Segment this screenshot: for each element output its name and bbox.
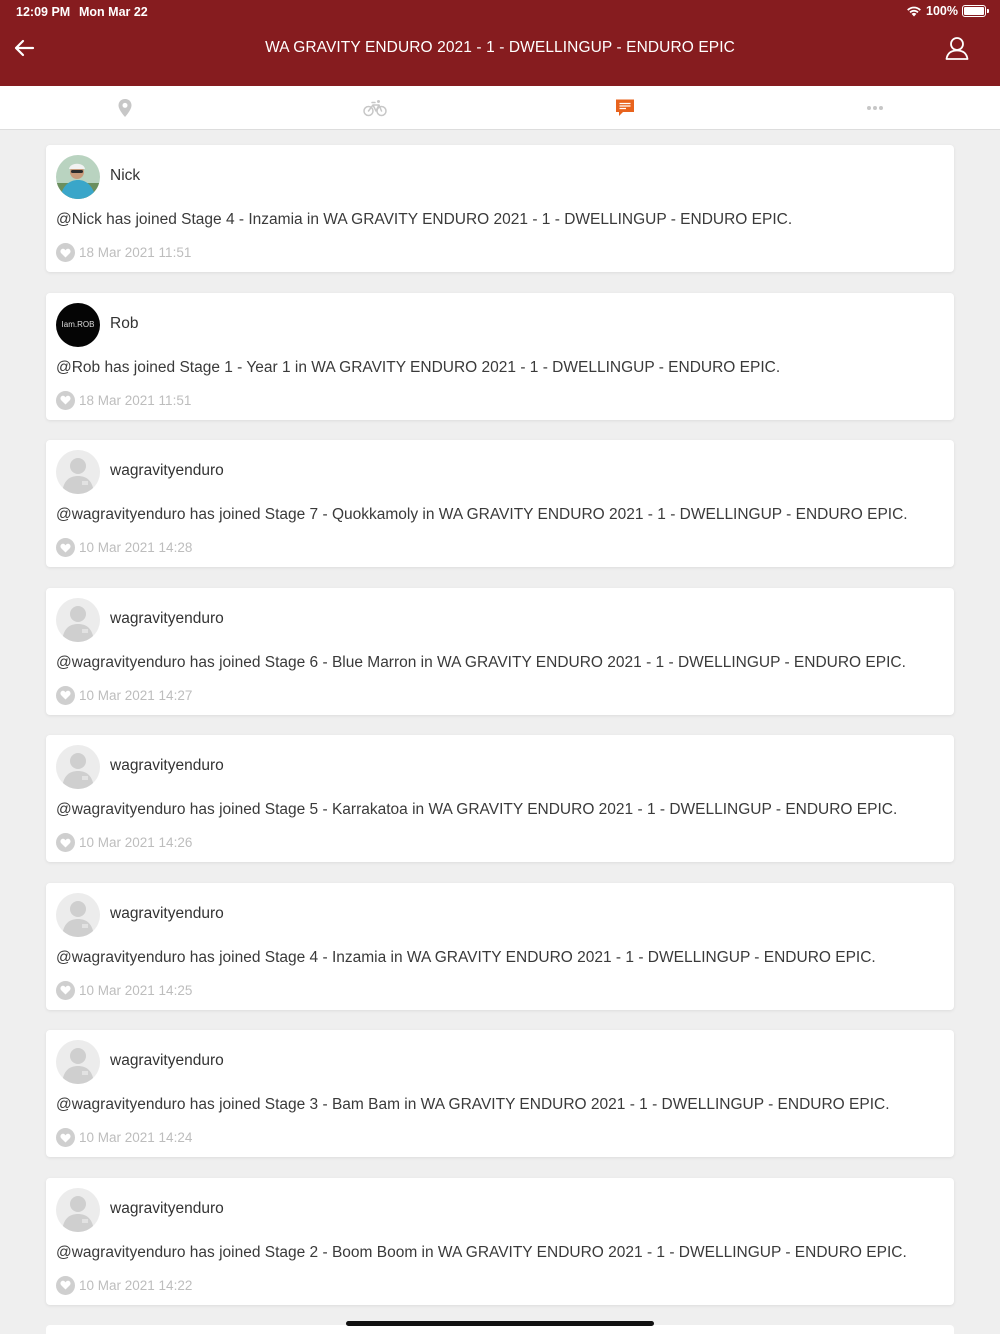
username[interactable]: wagravityenduro [110,905,224,923]
arrow-left-icon [14,39,35,57]
feed-card: wagravityenduro @wagravityenduro has joi… [46,440,954,567]
location-pin-icon [118,99,132,117]
heart-icon [60,543,71,552]
feed-meta: 10 Mar 2021 14:27 [56,685,193,705]
like-button[interactable] [56,1275,75,1295]
more-icon [867,106,883,110]
feed-meta: 18 Mar 2021 11:51 [56,243,191,262]
default-avatar-icon [56,1187,100,1232]
feed-card: Nick @Nick has joined Stage 4 - Inzamia … [46,145,954,272]
feed-card: wagravityenduro @wagravityenduro has joi… [46,1030,954,1157]
feed-message: @wagravityenduro has joined Stage 5 - Ka… [56,801,898,818]
username[interactable]: wagravityenduro [110,1052,224,1070]
username[interactable]: wagravityenduro [110,610,224,628]
back-button[interactable] [10,34,38,62]
feed-message: @wagravityenduro has joined Stage 7 - Qu… [56,506,908,523]
default-avatar-icon [56,450,100,494]
heart-icon [60,690,71,700]
avatar[interactable] [56,745,100,789]
like-button[interactable] [56,243,75,262]
tab-more[interactable] [750,86,1000,130]
heart-icon [60,395,71,405]
default-avatar-icon [56,597,100,642]
timestamp: 10 Mar 2021 14:24 [79,1130,193,1145]
feed-message: @Rob has joined Stage 1 - Year 1 in WA G… [56,358,781,376]
user-icon [945,37,969,60]
battery-icon [962,5,989,17]
avatar[interactable] [56,450,100,494]
like-button[interactable] [56,538,75,557]
like-button[interactable] [56,685,75,705]
feed-meta: 18 Mar 2021 11:51 [56,390,192,410]
timestamp: 10 Mar 2021 14:22 [79,1277,193,1293]
feed-card: Iam.ROB Rob @Rob has joined Stage 1 - Ye… [46,292,954,420]
avatar[interactable] [56,1040,100,1084]
feed-card-partial [46,1325,954,1334]
avatar[interactable]: Iam.ROB [56,302,100,347]
default-avatar-icon [56,1040,100,1084]
avatar-photo [56,155,100,199]
feed-card: wagravityenduro @wagravityenduro has joi… [46,735,954,862]
username[interactable]: wagravityenduro [110,1200,224,1218]
heart-icon [60,985,71,995]
username[interactable]: Rob [110,315,138,333]
feed-meta: 10 Mar 2021 14:24 [56,1128,192,1147]
timestamp: 18 Mar 2021 11:51 [79,392,192,408]
feed-meta: 10 Mar 2021 14:26 [56,833,192,852]
like-button[interactable] [56,980,75,1000]
feed-message: @wagravityenduro has joined Stage 6 - Bl… [56,653,906,671]
timestamp: 10 Mar 2021 14:26 [79,835,193,850]
timestamp: 18 Mar 2021 11:51 [79,245,192,260]
header: 12:09 PM Mon Mar 22 100% WA GRAVITY ENDU… [0,0,1000,86]
activity-feed: Nick @Nick has joined Stage 4 - Inzamia … [46,145,954,1325]
chat-icon [616,99,634,116]
bicycle-icon [363,100,387,117]
feed-message: @wagravityenduro has joined Stage 2 - Bo… [56,1243,907,1261]
avatar-logo-text: Iam.ROB [61,320,95,329]
page-title: WA GRAVITY ENDURO 2021 - 1 - DWELLINGUP … [265,39,735,56]
feed-message: @wagravityenduro has joined Stage 4 - In… [56,948,876,966]
tab-bar [0,86,1000,130]
username[interactable]: Nick [110,167,140,185]
profile-button[interactable] [944,35,970,61]
default-avatar-icon [56,892,100,937]
avatar[interactable] [56,155,100,199]
status-date: Mon Mar 22 [79,5,148,19]
tab-location[interactable] [0,86,250,130]
timestamp: 10 Mar 2021 14:25 [79,982,193,998]
timestamp: 10 Mar 2021 14:27 [79,687,193,703]
avatar[interactable] [56,1187,100,1232]
feed-meta: 10 Mar 2021 14:22 [56,1275,193,1295]
feed-card: wagravityenduro @wagravityenduro has joi… [46,882,954,1010]
tab-feed[interactable] [500,86,750,130]
avatar[interactable] [56,597,100,642]
like-button[interactable] [56,1128,75,1147]
tab-rides[interactable] [250,86,500,130]
battery-percent: 100% [926,4,958,18]
wifi-icon [907,6,921,17]
feed-card: wagravityenduro @wagravityenduro has joi… [46,1177,954,1305]
feed-message: @wagravityenduro has joined Stage 3 - Ba… [56,1096,890,1113]
feed-message: @Nick has joined Stage 4 - Inzamia in WA… [56,211,793,228]
heart-icon [60,838,71,847]
default-avatar-icon [56,745,100,789]
feed-card: wagravityenduro @wagravityenduro has joi… [46,587,954,715]
username[interactable]: wagravityenduro [110,462,224,480]
heart-icon [60,248,71,257]
feed-meta: 10 Mar 2021 14:28 [56,538,192,557]
like-button[interactable] [56,833,75,852]
home-indicator[interactable] [346,1321,654,1326]
feed-meta: 10 Mar 2021 14:25 [56,980,193,1000]
like-button[interactable] [56,390,75,410]
status-time: 12:09 PM [16,5,71,19]
status-indicators: 100% [906,4,989,18]
username[interactable]: wagravityenduro [110,757,224,775]
avatar[interactable] [56,892,100,937]
heart-icon [60,1133,71,1142]
timestamp: 10 Mar 2021 14:28 [79,540,193,555]
heart-icon [60,1280,71,1290]
